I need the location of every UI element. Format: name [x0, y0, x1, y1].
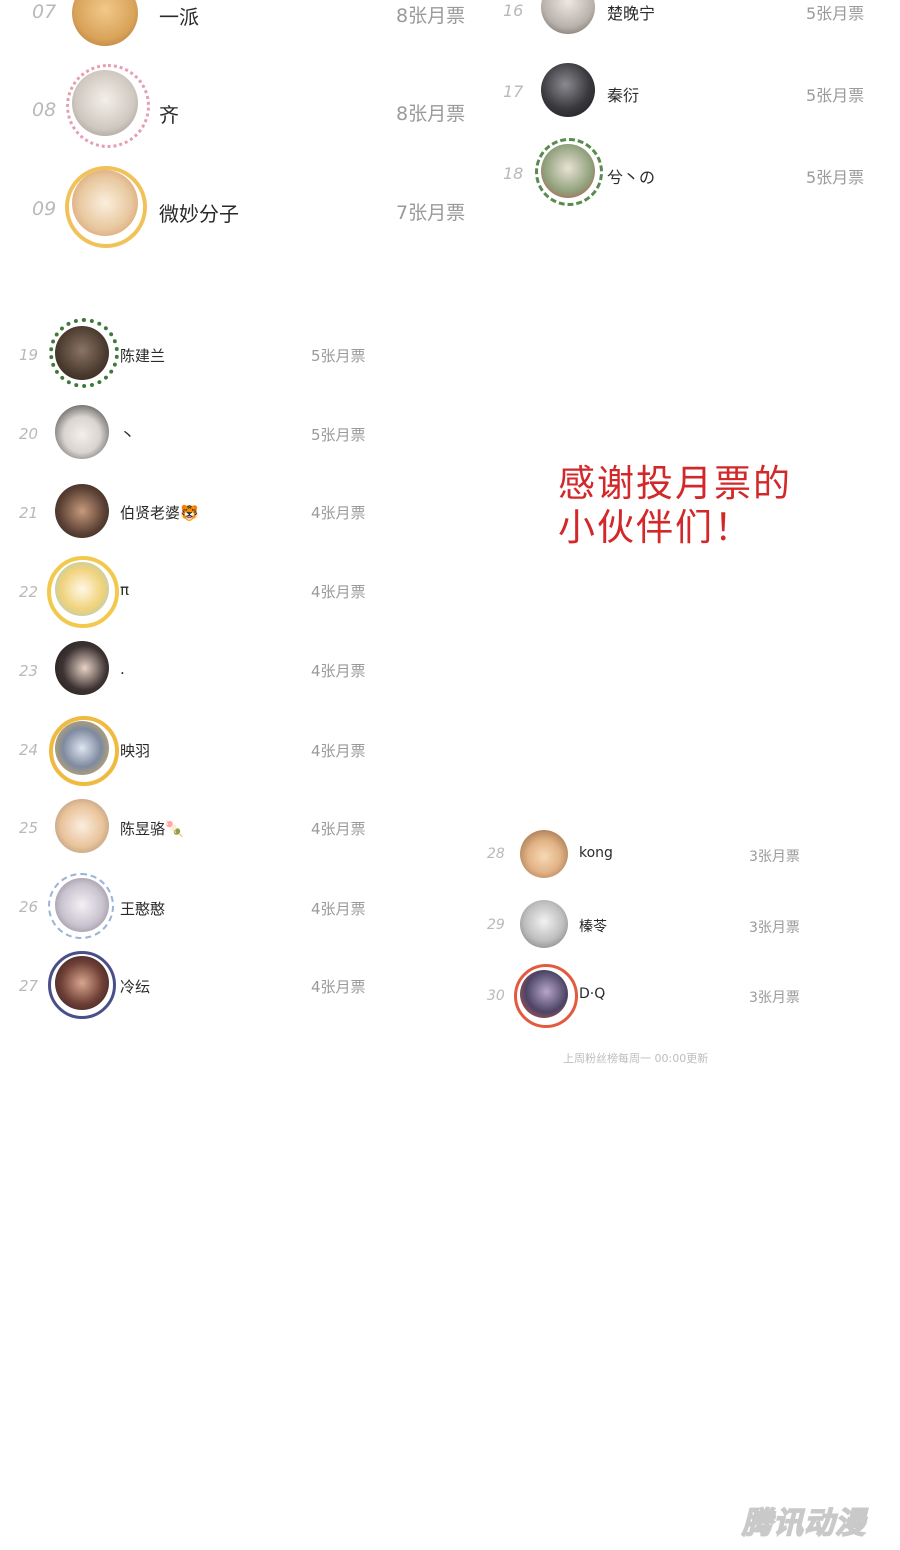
rank-number: 30 — [487, 988, 505, 1004]
fan-row: 24 映羽 4张月票 — [0, 714, 480, 786]
tencent-comic-watermark: 腾讯动漫 — [741, 1505, 866, 1542]
ticket-count: 4张月票 — [311, 504, 366, 522]
fan-row: 30 D·Q 3张月票 — [0, 963, 900, 1028]
golden-frame-avatar-icon[interactable] — [55, 721, 109, 775]
ticket-count: 5张月票 — [311, 347, 366, 365]
fan-row: 19 陈建兰 5张月票 — [0, 318, 480, 390]
christmas-wreath-avatar-icon[interactable] — [55, 326, 109, 380]
fan-row: 23 . 4张月票 — [0, 635, 480, 705]
rank-number: 22 — [19, 583, 39, 601]
ticket-count: 5张月票 — [311, 426, 366, 444]
fan-name[interactable]: 陈建兰 — [120, 345, 165, 366]
cartoon-girl-avatar-icon[interactable] — [520, 830, 568, 878]
fan-row: 21 伯贤老婆🐯 4张月票 — [0, 478, 480, 548]
rank-number: 28 — [487, 846, 505, 862]
rank-number: 16 — [503, 1, 524, 20]
ticket-count: 4张月票 — [311, 742, 366, 760]
fan-name[interactable]: 兮丶の — [607, 164, 655, 188]
fan-row: 16 楚晚宁 5张月票 — [0, 0, 900, 40]
portrait-avatar-icon[interactable] — [541, 0, 595, 34]
dark-portrait-avatar-icon[interactable] — [541, 63, 595, 117]
rank-number: 21 — [19, 504, 39, 522]
thanks-message: 感谢投月票的 小伙伴们！ — [558, 462, 858, 550]
rank-number: 20 — [19, 425, 39, 443]
fan-row: 17 秦衍 5张月票 — [0, 60, 900, 130]
ticket-count: 5张月票 — [806, 86, 865, 105]
boy-portrait-avatar-icon[interactable] — [55, 484, 109, 538]
fan-name[interactable]: 楚晚宁 — [607, 0, 655, 24]
fan-name[interactable]: . — [120, 660, 125, 678]
rank-number: 23 — [19, 662, 39, 680]
rank-number: 19 — [19, 346, 39, 364]
ticket-count: 3张月票 — [749, 990, 800, 1006]
grey-portrait-avatar-icon[interactable] — [520, 900, 568, 948]
fan-name[interactable]: 映羽 — [120, 740, 150, 761]
ticket-count: 3张月票 — [749, 849, 800, 865]
lucky-frame-avatar-icon[interactable] — [520, 970, 568, 1018]
ticket-count: 5张月票 — [806, 168, 865, 187]
fan-name[interactable]: 丶 — [120, 424, 135, 445]
fan-row: 28 kong 3张月票 — [0, 822, 900, 886]
fan-name[interactable]: 伯贤老婆🐯 — [120, 502, 199, 523]
girl-dark-hair-avatar-icon[interactable] — [55, 641, 109, 695]
rank-number: 24 — [19, 741, 39, 759]
update-note: 上周粉丝榜每周一 00:00更新 — [563, 1052, 709, 1065]
fan-row: 29 榛苓 3张月票 — [0, 893, 900, 957]
ticket-count: 3张月票 — [749, 920, 800, 936]
rank-number: 29 — [487, 917, 505, 933]
rank-number: 17 — [503, 82, 524, 101]
fan-row: 22 π 4张月票 — [0, 556, 480, 628]
fan-name[interactable]: 秦衍 — [607, 82, 639, 106]
wreath-avatar-icon[interactable] — [541, 144, 595, 198]
ticket-count: 4张月票 — [311, 662, 366, 680]
fan-row: 20 丶 5张月票 — [0, 400, 480, 470]
ticket-count: 4张月票 — [311, 583, 366, 601]
ticket-count: 5张月票 — [806, 4, 865, 23]
thanks-line-2: 小伙伴们！ — [558, 506, 753, 549]
fan-name[interactable]: kong — [579, 845, 613, 861]
crown-frame-avatar-icon[interactable] — [55, 562, 109, 616]
fan-name[interactable]: D·Q — [579, 986, 605, 1002]
fan-name[interactable]: π — [120, 581, 129, 599]
thanks-line-1: 感谢投月票的 — [558, 462, 792, 505]
rank-number: 18 — [503, 164, 524, 183]
fan-name[interactable]: 榛苓 — [579, 916, 607, 936]
fan-row: 18 兮丶の 5张月票 — [0, 138, 900, 210]
girl-portrait-avatar-icon[interactable] — [55, 405, 109, 459]
